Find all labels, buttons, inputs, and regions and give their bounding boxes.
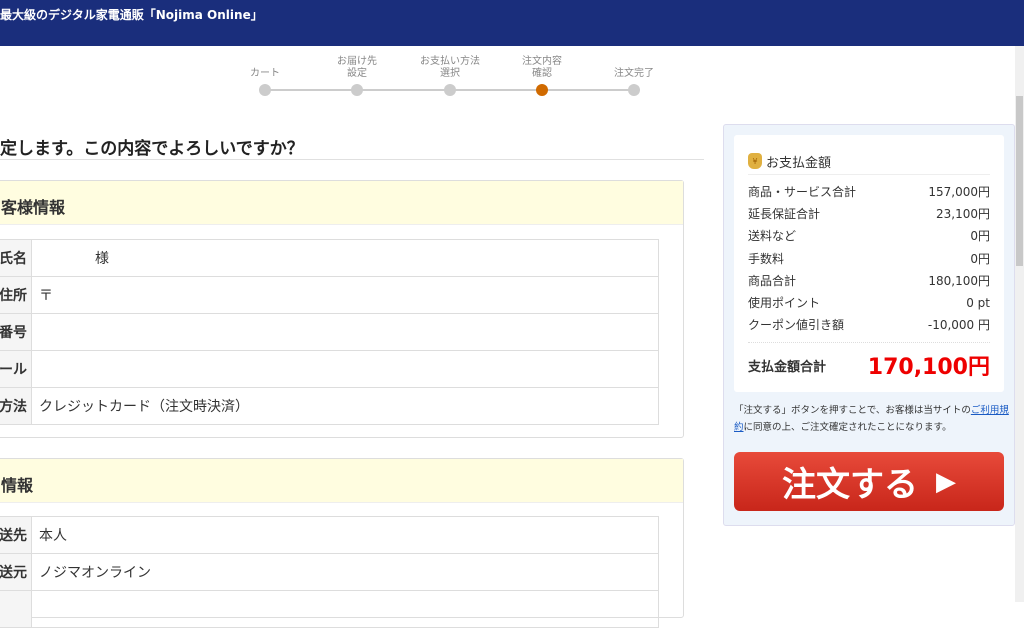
step-4: 注文完了 <box>594 56 674 80</box>
step-0: カート <box>225 56 305 80</box>
step-dot <box>351 84 363 96</box>
customer-info-panel: 客様情報 氏名 様住所〒番号 ール 方法 クレジットカード（注文時決済） <box>0 180 684 438</box>
row-label: 送元 <box>0 553 32 591</box>
row-label: 送先 <box>0 516 32 554</box>
row-value: ノジマオンライン <box>31 553 659 591</box>
step-dot <box>444 84 456 96</box>
money-bag-icon: ¥ <box>748 153 762 169</box>
step-label: お届け先 設定 <box>337 56 377 79</box>
row-value: 〒 <box>31 276 659 314</box>
customer-info-table: 氏名 様住所〒番号 ール 方法 クレジットカード（注文時決済） <box>0 239 659 425</box>
row-label: 方法 <box>0 387 32 425</box>
summary-label: クーポン値引き額 <box>748 318 845 333</box>
summary-title: お支払金額 <box>766 155 832 171</box>
row-value: 本人 <box>31 516 659 554</box>
payment-summary-card: ¥ お支払金額 商品・サービス合計 157,000円延長保証合計 23,100円送料な… <box>734 135 1004 392</box>
step-label: 注文内容 確認 <box>522 56 562 79</box>
play-arrow-icon: ▶ <box>936 466 956 497</box>
row-label: 氏名 <box>0 239 32 277</box>
step-1: お届け先 設定 <box>317 56 397 80</box>
summary-row: 延長保証合計 23,100円 <box>748 202 990 224</box>
row-value <box>31 590 659 628</box>
summary-row: 手数料 0円 <box>748 247 990 269</box>
summary-value: 0円 <box>970 229 990 244</box>
table-row: ール <box>0 350 659 388</box>
table-row: 送元 ノジマオンライン <box>0 553 659 591</box>
divider <box>0 159 704 160</box>
summary-label: 商品合計 <box>748 273 797 288</box>
row-value: 様 <box>31 239 659 277</box>
summary-label: 送料など <box>748 229 797 244</box>
step-dot <box>628 84 640 96</box>
step-dot <box>259 84 271 96</box>
summary-label: 手数料 <box>748 251 785 266</box>
note-text: 「注文する」ボタンを押すことで、お客様は当サイトの <box>734 405 971 416</box>
summary-value: 180,100円 <box>928 273 990 288</box>
site-header: 最大級のデジタル家電通販「Nojima Online」 <box>0 0 1024 46</box>
terms-note: 「注文する」ボタンを押すことで、お客様は当サイトのご利用規約に同意の上、ご注文確… <box>734 402 1009 436</box>
row-label: ール <box>0 350 32 388</box>
total-label: 支払金額合計 <box>748 359 827 375</box>
summary-value: 157,000円 <box>928 184 990 199</box>
table-row: 住所〒 <box>0 276 659 314</box>
row-value <box>31 313 659 351</box>
table-row <box>0 590 659 628</box>
progress-steps: カート お届け先 設定 お支払い方法 選択 注文内容 確認注文完了 <box>230 56 660 106</box>
place-order-button[interactable]: 注文する ▶ <box>734 452 1004 511</box>
summary-value: 0円 <box>970 251 990 266</box>
summary-label: 使用ポイント <box>748 296 821 311</box>
row-label: 住所 <box>0 276 32 314</box>
summary-row: 商品合計 180,100円 <box>748 269 990 291</box>
summary-value: 0 pt <box>966 295 990 310</box>
site-title: 最大級のデジタル家電通販「Nojima Online」 <box>0 8 263 22</box>
summary-value: -10,000 円 <box>927 318 990 333</box>
table-row: 送先 本人 <box>0 516 659 554</box>
step-label: カート <box>250 68 280 79</box>
step-2: お支払い方法 選択 <box>410 56 490 80</box>
panel-heading: 情報 <box>0 459 683 503</box>
payment-sidebar: ¥ お支払金額 商品・サービス合計 157,000円延長保証合計 23,100円送料な… <box>723 124 1015 526</box>
order-button-label: 注文する <box>782 465 918 505</box>
note-text: に同意の上、ご注文確定されたことになります。 <box>743 422 952 433</box>
panel-heading: 客様情報 <box>0 181 683 225</box>
step-3: 注文内容 確認 <box>502 56 582 80</box>
summary-label: 商品・サービス合計 <box>748 184 857 199</box>
summary-row: 使用ポイント 0 pt <box>748 291 990 313</box>
row-value <box>31 350 659 388</box>
scrollbar-thumb[interactable] <box>1016 96 1023 266</box>
table-row: 方法 クレジットカード（注文時決済） <box>0 387 659 425</box>
scrollbar[interactable] <box>1015 46 1024 602</box>
step-label: 注文完了 <box>614 68 654 79</box>
table-row: 番号 <box>0 313 659 351</box>
summary-label: 延長保証合計 <box>748 206 821 221</box>
summary-row: 送料など 0円 <box>748 225 990 247</box>
step-dot <box>536 84 548 96</box>
row-value: クレジットカード（注文時決済） <box>31 387 659 425</box>
table-row: 氏名 様 <box>0 239 659 277</box>
step-label: お支払い方法 選択 <box>420 56 480 79</box>
summary-row: 商品・サービス合計 157,000円 <box>748 180 990 202</box>
delivery-info-table: 送先 本人 送元 ノジマオンライン <box>0 516 659 628</box>
summary-row: クーポン値引き額 -10,000 円 <box>748 314 990 336</box>
row-label: 番号 <box>0 313 32 351</box>
summary-value: 23,100円 <box>936 206 990 221</box>
delivery-info-panel: 情報 送先 本人 送元 ノジマオンライン <box>0 458 684 628</box>
total-value: 170,100円 <box>867 355 990 381</box>
page-title: 定します。この内容でよろしいですか？ <box>0 139 304 159</box>
row-label <box>0 590 32 628</box>
